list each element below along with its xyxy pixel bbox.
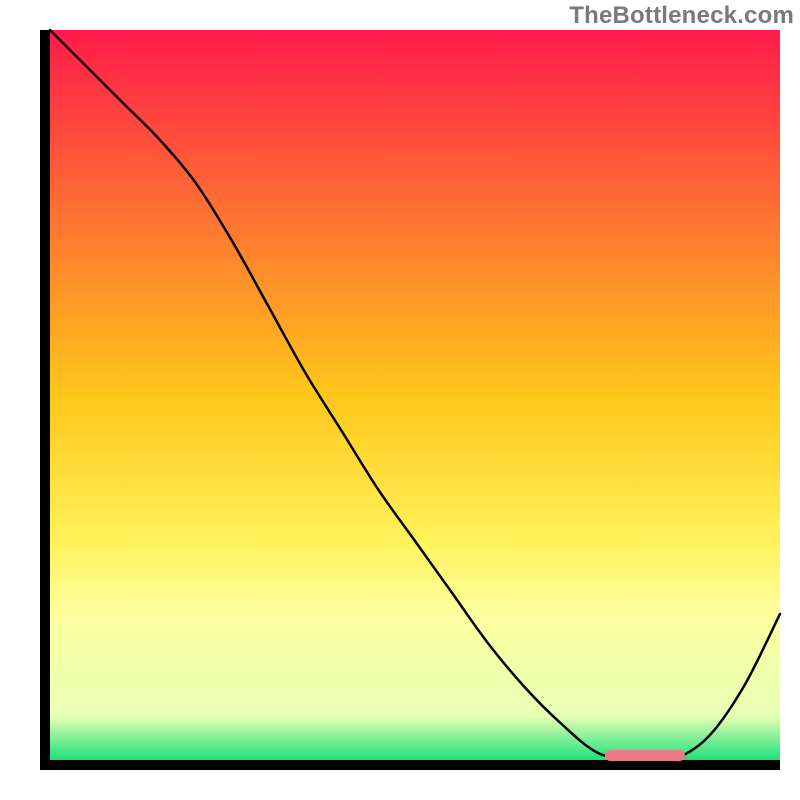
bottleneck-curve	[50, 30, 780, 760]
plot-area	[40, 30, 780, 770]
optimal-range-marker	[605, 750, 685, 761]
chart-frame: TheBottleneck.com	[0, 0, 800, 800]
watermark-label: TheBottleneck.com	[569, 2, 794, 30]
